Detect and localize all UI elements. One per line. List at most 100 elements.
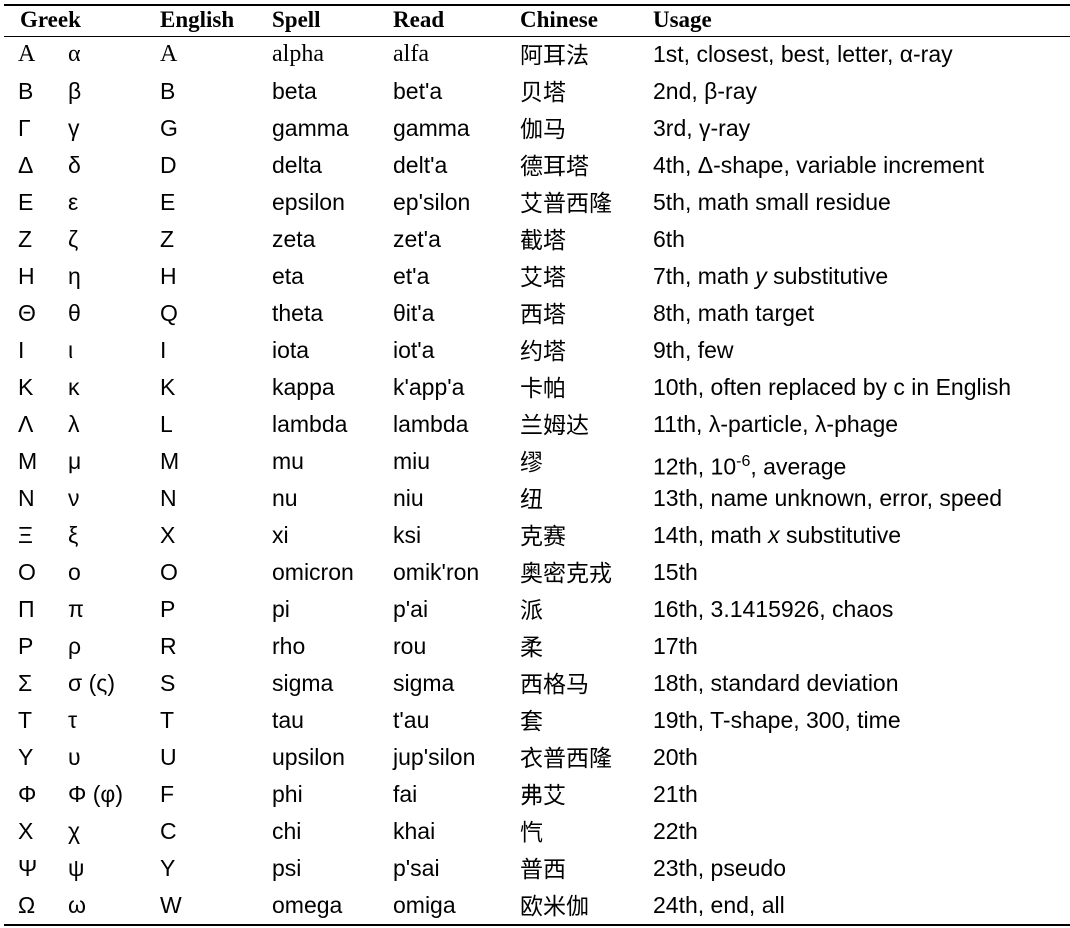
table-row: Φ Φ (φ) Fphi fai 弗艾 21th	[0, 776, 1070, 813]
greek-upper-cell: Β	[18, 78, 34, 104]
english-letter-cell: U	[160, 744, 177, 770]
greek-lower-cell: λ	[68, 411, 80, 437]
read-cell: bet'a	[393, 78, 443, 104]
spell-cell: mu	[272, 448, 304, 474]
read-cell: θit'a	[393, 300, 435, 326]
table-row: Εε Eepsilon ep'silon 艾普西隆 5th, math small re…	[0, 184, 1070, 221]
usage-cell: 10th, often replaced by c in English	[653, 374, 1012, 400]
greek-lower-cell: β	[68, 78, 82, 104]
usage-text: 14th, math	[653, 522, 769, 548]
table-row: Ρρ Rrho rou 柔 17th	[0, 628, 1070, 665]
english-letter-cell: O	[160, 559, 178, 585]
english-letter-cell: W	[160, 892, 182, 918]
greek-upper-cell: Ω	[18, 892, 36, 918]
english-letter-cell: I	[160, 337, 167, 363]
chinese-cell: 奥密克戎	[520, 561, 612, 587]
chinese-cell: 欧米伽	[520, 894, 589, 920]
greek-upper-cell: Θ	[18, 300, 36, 326]
english-letter-cell: E	[160, 189, 176, 215]
table-row: Ηη Heta et'a 艾塔 7th, math y substitutive	[0, 258, 1070, 295]
spell-cell: lambda	[272, 411, 348, 437]
table-row: Ττ Ttau t'au 套 19th, T-shape, 300, time	[0, 702, 1070, 739]
greek-lower-cell: ο	[68, 559, 81, 585]
chinese-cell: 艾普西隆	[520, 191, 612, 217]
chinese-cell: 德耳塔	[520, 154, 589, 180]
chinese-cell: 贝塔	[520, 80, 566, 106]
read-cell: gamma	[393, 115, 470, 141]
usage-cell: 20th	[653, 744, 698, 770]
greek-lower-cell: γ	[68, 115, 80, 141]
read-cell: t'au	[393, 707, 430, 733]
chinese-cell: 截塔	[520, 228, 566, 254]
greek-lower-cell: Φ (φ)	[68, 781, 123, 807]
chinese-cell: 纽	[520, 487, 543, 513]
usage-italic-variable: y	[755, 263, 767, 289]
read-cell: jup'silon	[393, 744, 476, 770]
table-row: Σσ (ς) Ssigma sigma 西格马 18th, standard devia…	[0, 665, 1070, 702]
usage-cell: 16th, 3.1415926, chaos	[653, 596, 894, 622]
usage-cell: 21th	[653, 781, 698, 807]
greek-upper-cell: Η	[18, 263, 35, 289]
greek-lower-cell: ε	[68, 189, 79, 215]
greek-lower-cell: δ	[68, 152, 81, 178]
greek-upper-cell: Σ	[18, 670, 33, 696]
greek-lower-cell: τ	[68, 707, 78, 733]
english-letter-cell: T	[160, 707, 175, 733]
english-letter-cell: N	[160, 485, 177, 511]
read-cell: khai	[393, 818, 436, 844]
read-cell: iot'a	[393, 337, 435, 363]
greek-lower-cell: ψ	[68, 855, 85, 881]
table-row: Ωω Womega omiga 欧米伽 24th, end, all	[0, 887, 1070, 924]
chinese-cell: 约塔	[520, 339, 566, 365]
greek-upper-cell: Χ	[18, 818, 34, 844]
header-english: English	[160, 7, 235, 32]
spell-cell: omicron	[272, 559, 354, 585]
greek-lower-cell: ρ	[68, 633, 82, 659]
read-cell: k'app'a	[393, 374, 465, 400]
greek-upper-cell: Ξ	[18, 522, 33, 548]
greek-lower-cell: χ	[68, 818, 81, 844]
read-cell: ep'silon	[393, 189, 471, 215]
greek-lower-cell: α	[68, 41, 81, 67]
usage-cell: 5th, math small residue	[653, 189, 891, 215]
spell-cell: upsilon	[272, 744, 345, 770]
usage-cell: 14th, math x substitutive	[653, 517, 901, 554]
usage-text: 7th, math	[653, 263, 756, 289]
chinese-cell: 西格马	[520, 672, 589, 698]
table-bottom-rule	[4, 924, 1070, 926]
read-cell: lambda	[393, 411, 469, 437]
usage-cell: 3rd, γ-ray	[653, 115, 751, 141]
spell-cell: psi	[272, 855, 302, 881]
english-letter-cell: A	[160, 41, 178, 67]
table-row: Δδ Ddelta delt'a 德耳塔 4th, Δ-shape, variable …	[0, 147, 1070, 184]
greek-upper-cell: Κ	[18, 374, 34, 400]
table-row: Υυ Uupsilon jup'silon 衣普西隆 20th	[0, 739, 1070, 776]
chinese-cell: 弗艾	[520, 783, 566, 809]
chinese-cell: 卡帕	[520, 376, 566, 402]
english-letter-cell: Q	[160, 300, 178, 326]
spell-cell: phi	[272, 781, 303, 807]
english-letter-cell: D	[160, 152, 177, 178]
english-letter-cell: G	[160, 115, 178, 141]
greek-upper-cell: Λ	[18, 411, 34, 437]
english-letter-cell: H	[160, 263, 177, 289]
usage-cell: 23th, pseudo	[653, 855, 787, 881]
usage-cell: 19th, T-shape, 300, time	[653, 707, 901, 733]
greek-lower-cell: ν	[68, 485, 80, 511]
greek-lower-cell: π	[68, 596, 84, 622]
chinese-cell: 忾	[520, 820, 543, 846]
usage-text: , average	[750, 453, 847, 480]
spell-cell: pi	[272, 596, 290, 622]
spell-cell: zeta	[272, 226, 316, 252]
english-letter-cell: Z	[160, 226, 175, 252]
chinese-cell: 普西	[520, 857, 566, 883]
usage-cell: 13th, name unknown, error, speed	[653, 485, 1003, 511]
usage-cell: 8th, math target	[653, 300, 815, 326]
chinese-cell: 阿耳法	[520, 43, 589, 69]
usage-exponent: -6	[736, 453, 751, 470]
chinese-cell: 伽马	[520, 117, 566, 143]
table-row: Ββ Bbeta bet'a 贝塔 2nd, β-ray	[0, 73, 1070, 110]
greek-lower-cell: θ	[68, 300, 81, 326]
header-read: Read	[393, 7, 445, 32]
english-letter-cell: X	[160, 522, 176, 548]
